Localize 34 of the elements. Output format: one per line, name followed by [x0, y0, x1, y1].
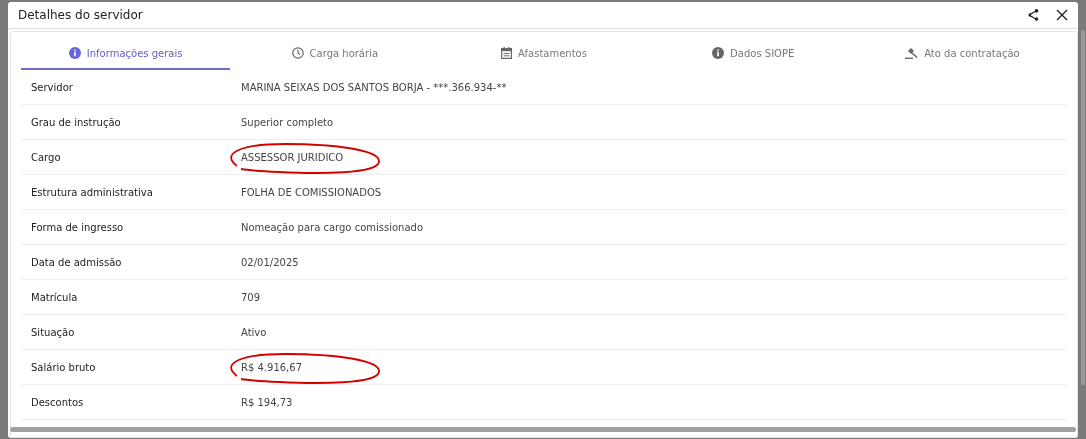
- field-value: Ativo: [241, 326, 267, 338]
- tab[interactable]: Afastamentos: [439, 32, 649, 70]
- field-value: ASSESSOR JURIDICO: [241, 151, 344, 163]
- info-icon: [712, 47, 725, 59]
- field-label: Salário bruto: [30, 361, 97, 373]
- info-icon: [68, 47, 81, 59]
- field-value: 02/01/2025: [241, 256, 299, 268]
- gavel-icon: [905, 47, 919, 59]
- field-value: Superior completo: [241, 116, 334, 128]
- close-icon[interactable]: [1056, 9, 1068, 21]
- field-value: R$ 4.916,67: [241, 361, 303, 373]
- field-value: MARINA SEIXAS DOS SANTOS BORJA - ***.366.934-**: [241, 81, 507, 93]
- field-label: Servidor: [30, 81, 74, 93]
- field-label: Data de admissão: [30, 256, 123, 268]
- tab[interactable]: Informações gerais: [21, 32, 231, 70]
- tab[interactable]: Carga horária: [230, 32, 440, 70]
- field-value: Nomeação para cargo comissionado: [241, 221, 424, 233]
- dialog-title: Detalhes do servidor: [18, 8, 143, 22]
- share-icon[interactable]: [1026, 8, 1040, 22]
- horizontal-scrollbar[interactable]: [10, 427, 1076, 432]
- tab[interactable]: Dados SIOPE: [648, 32, 858, 70]
- clock-icon: [291, 47, 304, 59]
- field-value: 709: [241, 291, 261, 303]
- field-label: Cargo: [30, 151, 62, 163]
- tab[interactable]: Ato da contratação: [857, 32, 1067, 70]
- field-label: Estrutura administrativa: [30, 186, 154, 198]
- field-label: Forma de ingresso: [30, 221, 125, 233]
- field-value: FOLHA DE COMISSIONADOS: [241, 186, 382, 198]
- calendar-icon: [501, 47, 513, 59]
- field-value: R$ 194,73: [241, 396, 293, 408]
- field-label: Matrícula: [30, 291, 79, 303]
- field-label: Grau de instrução: [30, 116, 122, 128]
- field-label: Situação: [30, 326, 76, 338]
- field-label: Descontos: [30, 396, 85, 408]
